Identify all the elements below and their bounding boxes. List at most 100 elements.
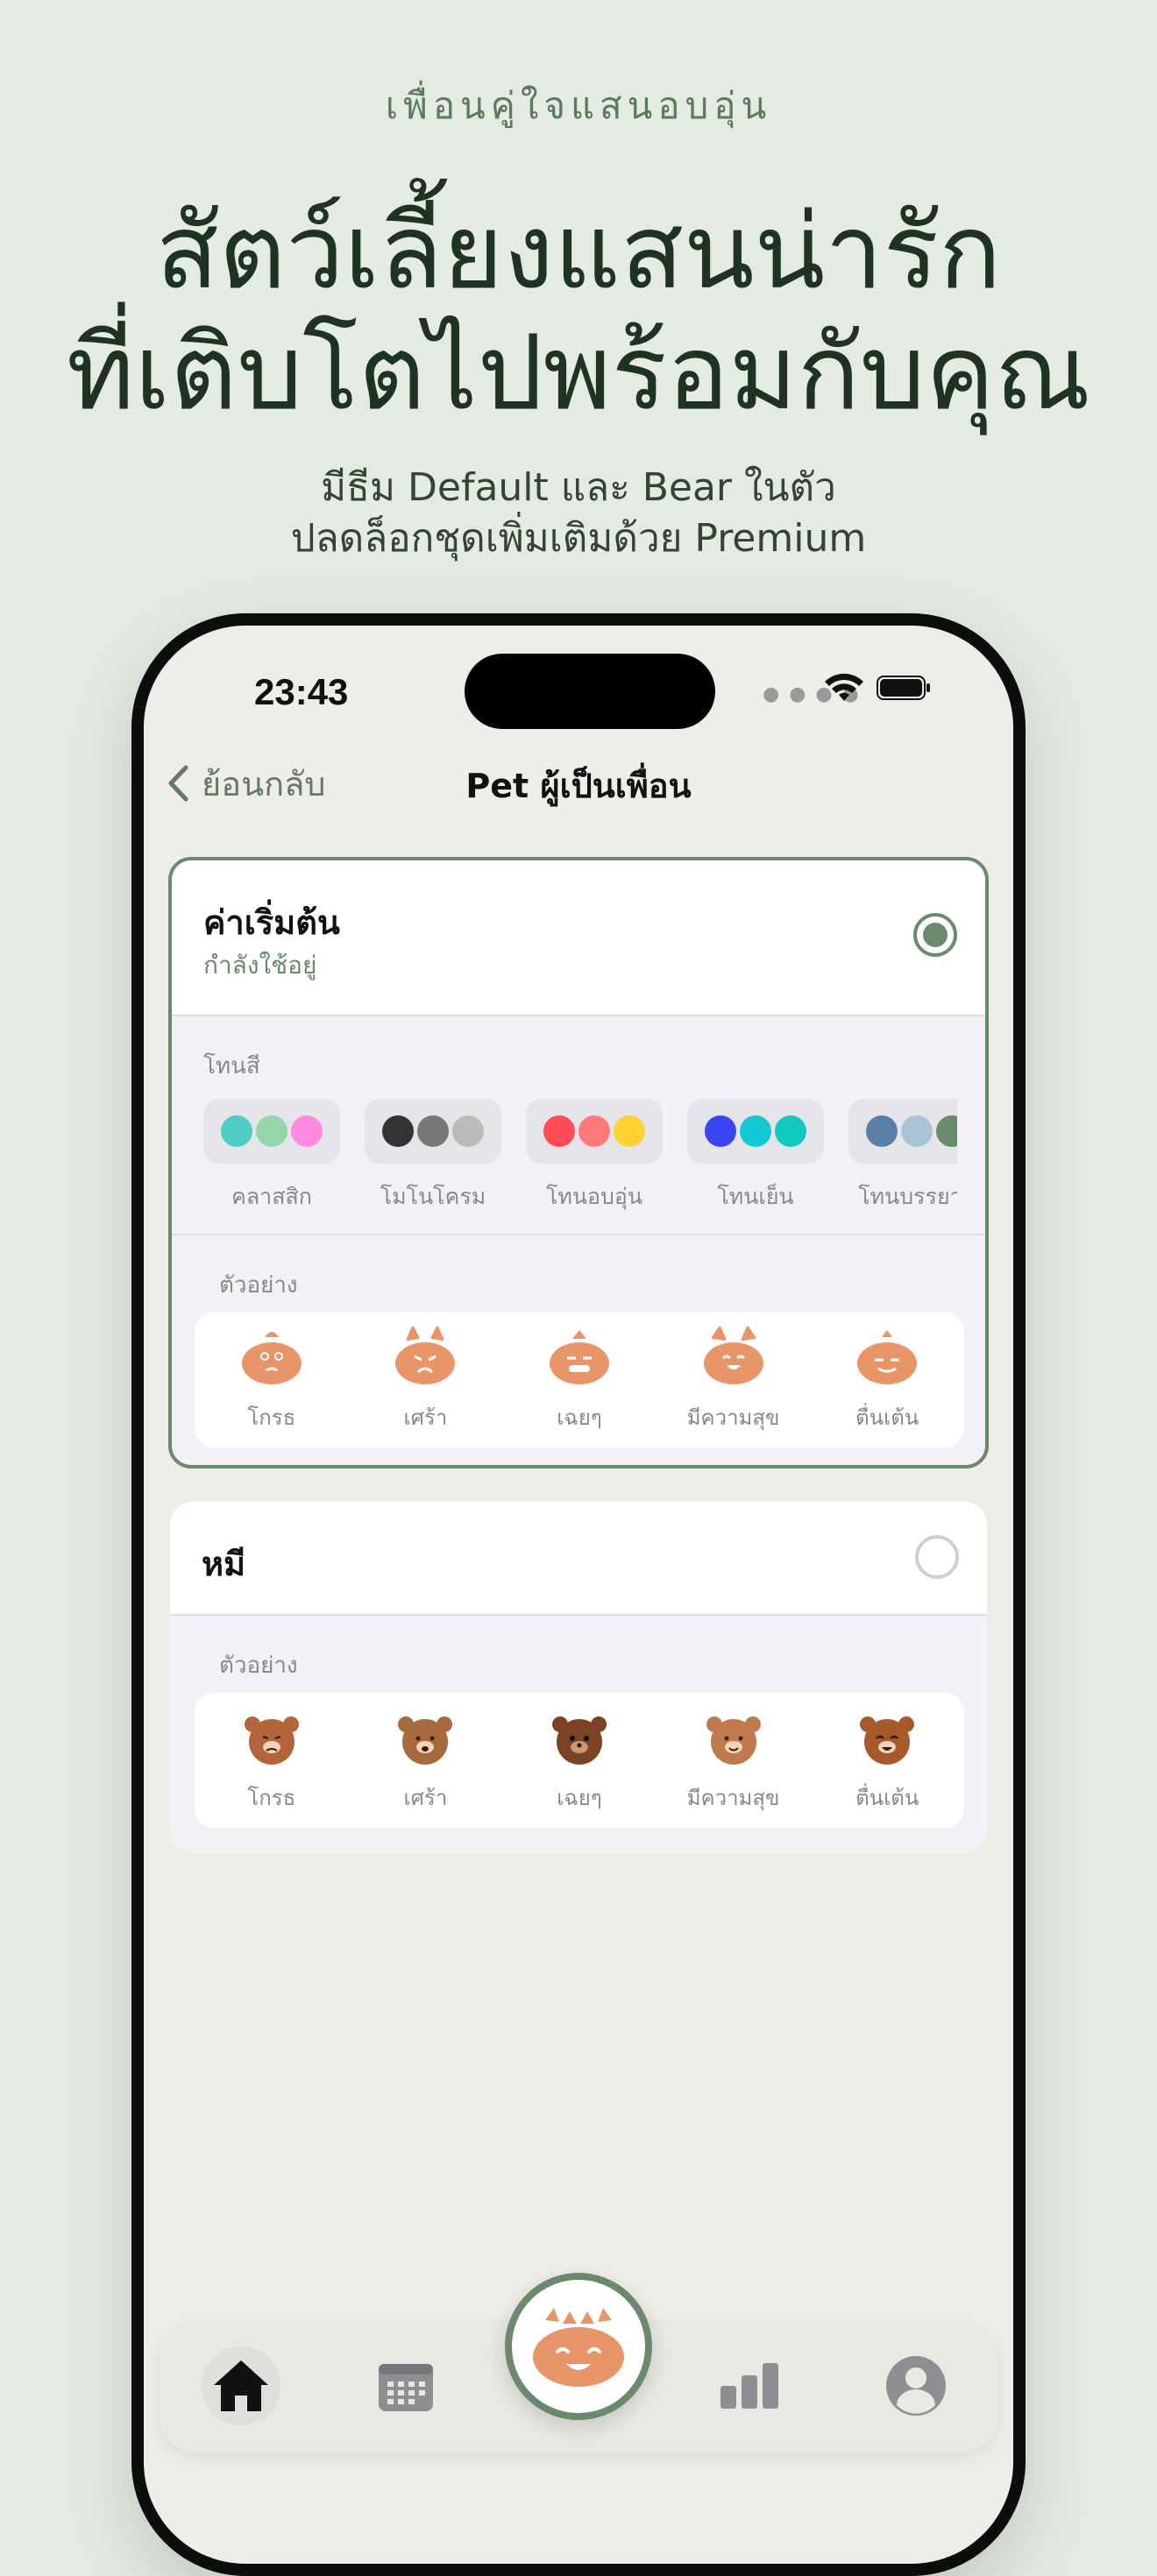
theme-status: กำลังใช้อยู่ [203, 951, 317, 980]
tab-profile[interactable] [877, 2346, 955, 2425]
tone-option[interactable]: โทนเย็น [687, 1099, 824, 1213]
mood-label: มีความสุข [686, 1405, 780, 1430]
phone-frame: 23:43 ● ● ● ● ย้อนกลับ Pet ผู้เป็นเพื่อน… [131, 613, 1026, 2576]
pet-excited-icon [854, 1327, 920, 1391]
theme-title: ค่าเริ่มต้น [203, 903, 340, 942]
color-dot [543, 1115, 575, 1147]
mood-label: ตื่นเต้น [855, 1405, 919, 1430]
headline-line-1: สัตว์เลี้ยงแสนน่ารัก [155, 191, 1002, 312]
home-icon [214, 2360, 268, 2411]
preview-section-label: ตัวอย่าง [219, 1272, 298, 1299]
chart-icon [720, 2363, 778, 2409]
tone-swatch [526, 1099, 663, 1164]
color-dot [740, 1115, 771, 1147]
theme-card-header: ค่าเริ่มต้น กำลังใช้อยู่ [172, 860, 985, 1015]
color-dot [936, 1115, 957, 1147]
wifi-icon [825, 673, 863, 701]
tone-label: โมโนโครม [380, 1184, 486, 1209]
subline-1: มีธีม Default และ Bear ในตัว [321, 465, 836, 510]
color-dot [452, 1115, 484, 1147]
dynamic-island [465, 654, 715, 729]
tone-option[interactable]: โทนอบอุ่น [526, 1099, 663, 1213]
mood-label: เฉยๆ [557, 1405, 602, 1430]
pet-happy-icon [700, 1324, 767, 1391]
color-dot [614, 1115, 645, 1147]
theme-card-bear[interactable]: หมี ตัวอย่าง โกรธ เศร้า เฉยๆ มีความสุข ตื่นเ… [170, 1502, 987, 1852]
mood-preview: เฉยๆ [514, 1707, 645, 1815]
color-dot [866, 1115, 898, 1147]
tone-scroller[interactable]: คลาสสิก โมโนโครม โทนอบอุ่น โทนเย็น โทนบรรยาก [203, 1099, 957, 1213]
divider [172, 1015, 985, 1016]
tone-label: โทนบรรยาก [858, 1184, 957, 1209]
mood-preview: มีความสุข [668, 1324, 799, 1434]
tone-section-label: โทนสี [203, 1053, 260, 1079]
tone-swatch [687, 1099, 824, 1164]
preview-section-label: ตัวอย่าง [219, 1652, 298, 1679]
mood-preview: เศร้า [359, 1323, 491, 1434]
preview-strip-bear: โกรธ เศร้า เฉยๆ มีความสุข ตื่นเต้น [195, 1693, 964, 1828]
tone-swatch [365, 1099, 501, 1164]
divider [172, 1234, 985, 1235]
color-dot [901, 1115, 933, 1147]
marketing-headline: สัตว์เลี้ยงแสนน่ารัก ที่เติบโตไปพร้อมกับ… [0, 191, 1157, 433]
pet-neutral-icon [546, 1327, 613, 1391]
pet-sad-icon [392, 1323, 458, 1391]
tab-stats[interactable] [710, 2346, 789, 2425]
mood-preview: ตื่นเต้น [821, 1707, 953, 1815]
tone-option[interactable]: คลาสสิก [203, 1099, 340, 1213]
mood-preview: ตื่นเต้น [821, 1327, 953, 1434]
mood-preview: เฉยๆ [514, 1327, 645, 1434]
mood-preview: โกรธ [206, 1327, 337, 1434]
theme-card-default[interactable]: ค่าเริ่มต้น กำลังใช้อยู่ โทนสี คลาสสิก โม… [168, 857, 989, 1468]
tone-label: โทนอบอุ่น [546, 1184, 642, 1209]
tone-row: คลาสสิก โมโนโครม โทนอบอุ่น โทนเย็น โทนบรรยาก [203, 1099, 957, 1213]
theme-radio-selected[interactable] [913, 913, 957, 957]
tab-home[interactable] [202, 2346, 280, 2425]
theme-radio-unselected[interactable] [915, 1535, 959, 1579]
color-dot [578, 1115, 610, 1147]
color-dot [256, 1115, 287, 1147]
bear-neutral-icon [546, 1707, 613, 1772]
pet-happy-icon [533, 2308, 624, 2387]
color-dot [382, 1115, 414, 1147]
mood-label: ตื่นเต้น [855, 1785, 919, 1810]
bear-angry-icon [238, 1707, 305, 1772]
color-dot [775, 1115, 806, 1147]
mood-label: โกรธ [247, 1785, 296, 1810]
pet-angry-icon [238, 1327, 305, 1391]
tone-option[interactable]: โทนบรรยาก [848, 1099, 957, 1213]
tone-label: คลาสสิก [231, 1184, 312, 1209]
tone-option[interactable]: โมโนโครม [365, 1099, 501, 1213]
bear-excited-icon [854, 1707, 920, 1772]
mood-preview: โกรธ [206, 1707, 337, 1815]
pet-center-button[interactable] [505, 2273, 652, 2420]
bear-sad-icon [392, 1707, 458, 1772]
tone-label: โทนเย็น [717, 1184, 794, 1209]
mood-label: มีความสุข [686, 1785, 780, 1810]
page-title: Pet ผู้เป็นเพื่อน [465, 767, 692, 805]
headline-line-2: ที่เติบโตไปพร้อมกับคุณ [66, 312, 1091, 433]
calendar-icon [379, 2364, 433, 2411]
preview-strip-default: โกรธ เศร้า เฉยๆ มีความสุข ตื่นเต้น [195, 1313, 964, 1447]
mood-label: โกรธ [247, 1405, 296, 1430]
marketing-subline: มีธีม Default และ Bear ในตัว ปลดล็อกชุดเ… [0, 463, 1157, 564]
status-time: 23:43 [254, 671, 349, 712]
phone-screen: 23:43 ● ● ● ● ย้อนกลับ Pet ผู้เป็นเพื่อน… [144, 626, 1013, 2564]
subline-2: ปลดล็อกชุดเพิ่มเติมด้วย Premium [290, 516, 867, 561]
divider [170, 1614, 987, 1616]
bear-happy-icon [700, 1707, 767, 1772]
mood-preview: เศร้า [359, 1707, 491, 1815]
battery-icon [877, 676, 930, 700]
mood-label: เศร้า [403, 1405, 448, 1430]
mood-label: เศร้า [403, 1785, 448, 1810]
theme-title: หมี [202, 1545, 246, 1583]
color-dot [417, 1115, 449, 1147]
color-dot [291, 1115, 323, 1147]
color-dot [705, 1115, 736, 1147]
profile-icon [886, 2356, 946, 2416]
mood-label: เฉยๆ [557, 1785, 602, 1810]
mood-preview: มีความสุข [668, 1707, 799, 1815]
marketing-kicker: เพื่อนคู่ใจแสนอบอุ่น [385, 84, 772, 127]
tab-calendar[interactable] [366, 2346, 445, 2425]
color-dot [221, 1115, 252, 1147]
